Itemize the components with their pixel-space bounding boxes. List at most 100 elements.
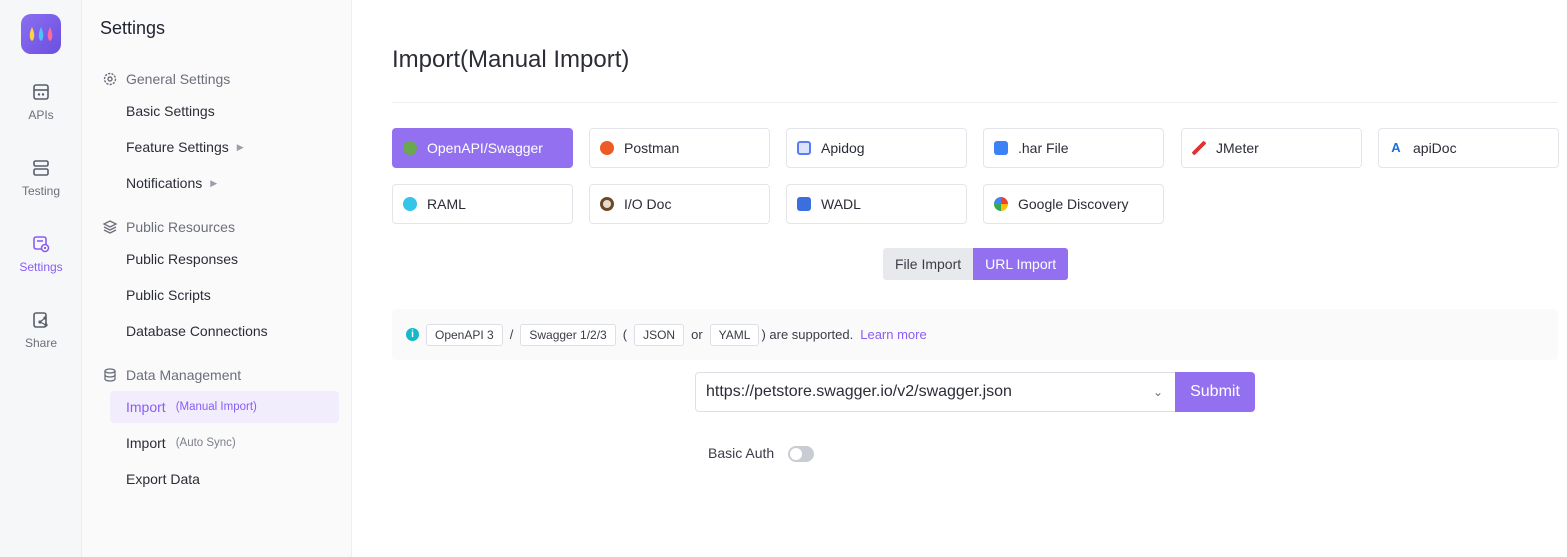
learn-more-link[interactable]: Learn more xyxy=(860,327,926,342)
group-general-settings: General Settings xyxy=(102,71,230,87)
tag-openapi: OpenAPI 3 xyxy=(426,323,503,346)
rail-label-settings: Settings xyxy=(19,260,63,274)
raml-icon xyxy=(403,197,417,211)
sidebar-item-database-connections[interactable]: Database Connections xyxy=(126,323,268,339)
sidebar-item-label: Export Data xyxy=(126,471,200,487)
icon-rail: APIs Testing Settings Share xyxy=(0,0,82,557)
group-label: Data Management xyxy=(126,367,242,383)
sidebar-item-notifications[interactable]: Notifications ▶ xyxy=(126,175,217,191)
rail-label-apis: APIs xyxy=(28,108,54,122)
sidebar-item-label: Public Scripts xyxy=(126,287,211,303)
or-text: or xyxy=(691,327,703,342)
format-label: RAML xyxy=(427,196,466,212)
format-label: Google Discovery xyxy=(1018,196,1129,212)
sidebar-item-export-data[interactable]: Export Data xyxy=(126,471,200,487)
basic-auth-label: Basic Auth xyxy=(708,445,775,461)
title-divider xyxy=(392,102,1558,103)
google-discovery-icon xyxy=(994,197,1008,211)
share-icon xyxy=(33,312,48,328)
page-title: Import(Manual Import) xyxy=(392,46,630,73)
format-label: I/O Doc xyxy=(624,196,672,212)
rail-item-settings[interactable]: Settings xyxy=(0,234,82,274)
app-logo[interactable] xyxy=(21,14,61,54)
rail-label-share: Share xyxy=(24,336,58,350)
format-jmeter[interactable]: JMeter xyxy=(1181,128,1362,168)
chevron-down-icon[interactable]: ⌄ xyxy=(1153,373,1163,411)
toggle-knob xyxy=(790,448,802,460)
import-method-switch: File Import URL Import xyxy=(883,248,1069,280)
sidebar-item-label: Feature Settings xyxy=(126,139,229,155)
format-har-file[interactable]: .har File xyxy=(983,128,1164,168)
sidebar-item-feature-settings[interactable]: Feature Settings ▶ xyxy=(126,139,244,155)
format-postman[interactable]: Postman xyxy=(589,128,770,168)
format-google-discovery[interactable]: Google Discovery xyxy=(983,184,1164,224)
sidebar-title: Settings xyxy=(100,18,166,38)
submit-button[interactable]: Submit xyxy=(1175,372,1255,412)
postman-icon xyxy=(600,141,614,155)
sidebar-item-public-responses[interactable]: Public Responses xyxy=(126,251,238,267)
url-input[interactable]: https://petstore.swagger.io/v2/swagger.j… xyxy=(695,372,1176,412)
sidebar-item-basic-settings[interactable]: Basic Settings xyxy=(126,103,215,119)
group-data-management: Data Management xyxy=(102,367,241,383)
sidebar-item-import-manual[interactable]: Import (Manual Import) xyxy=(126,399,257,415)
supported-text: ) are supported. xyxy=(761,327,854,342)
app-window: APIs Testing Settings Share Settings Gen… xyxy=(0,0,1567,557)
info-icon: i xyxy=(406,328,419,341)
format-openapi-swagger[interactable]: OpenAPI/Swagger xyxy=(392,128,573,168)
format-wadl[interactable]: WADL xyxy=(786,184,967,224)
format-label: JMeter xyxy=(1216,140,1259,156)
sidebar-item-public-scripts[interactable]: Public Scripts xyxy=(126,287,211,303)
testing-icon xyxy=(33,160,49,176)
supported-formats-info: i OpenAPI 3 / Swagger 1/2/3 ( JSON or YA… xyxy=(392,309,1558,360)
format-label: Postman xyxy=(624,140,680,156)
basic-auth-toggle[interactable] xyxy=(788,446,814,462)
slash-text: / xyxy=(509,327,514,342)
format-label: WADL xyxy=(821,196,861,212)
expand-arrow-icon: ▶ xyxy=(236,141,244,152)
rail-label-testing: Testing xyxy=(21,184,61,198)
format-label: apiDoc xyxy=(1413,140,1457,156)
sidebar-item-import-auto[interactable]: Import (Auto Sync) xyxy=(126,435,236,451)
gear-icon xyxy=(103,72,117,86)
tag-yaml: YAML xyxy=(709,323,760,346)
swagger-icon xyxy=(403,141,417,155)
expand-arrow-icon: ▶ xyxy=(210,177,218,188)
tab-file-import[interactable]: File Import xyxy=(883,248,974,280)
paren-text: ( xyxy=(622,327,628,342)
tab-url-import[interactable]: URL Import xyxy=(973,248,1069,280)
format-apidoc[interactable]: A apiDoc xyxy=(1378,128,1559,168)
layers-icon xyxy=(102,220,118,234)
sidebar-item-sublabel: (Manual Import) xyxy=(175,401,257,413)
sidebar-item-label: Import xyxy=(126,435,166,451)
tag-json: JSON xyxy=(634,323,685,346)
format-label: Apidog xyxy=(821,140,865,156)
format-apidog[interactable]: Apidog xyxy=(786,128,967,168)
api-icon xyxy=(33,84,49,100)
io-doc-icon xyxy=(600,197,614,211)
rail-item-share[interactable]: Share xyxy=(0,310,82,350)
rail-item-testing[interactable]: Testing xyxy=(0,158,82,198)
sidebar-item-label: Import xyxy=(126,399,166,415)
group-public-resources: Public Resources xyxy=(102,219,235,235)
sidebar-item-label: Database Connections xyxy=(126,323,268,339)
format-label: OpenAPI/Swagger xyxy=(427,140,543,156)
url-input-value: https://petstore.swagger.io/v2/swagger.j… xyxy=(706,383,1012,400)
sidebar-item-label: Public Responses xyxy=(126,251,239,267)
wadl-icon xyxy=(797,197,811,211)
format-raml[interactable]: RAML xyxy=(392,184,573,224)
har-file-icon xyxy=(994,141,1008,155)
group-label: Public Resources xyxy=(126,219,235,235)
rail-item-apis[interactable]: APIs xyxy=(0,82,82,122)
settings-sidebar: Settings General Settings Basic Settings… xyxy=(82,0,352,557)
format-io-doc[interactable]: I/O Doc xyxy=(589,184,770,224)
main-content: Import(Manual Import) OpenAPI/Swagger Po… xyxy=(352,0,1567,557)
settings-icon xyxy=(33,236,50,253)
jmeter-icon xyxy=(1192,141,1206,155)
sidebar-item-label: Notifications xyxy=(126,175,203,191)
sidebar-item-sublabel: (Auto Sync) xyxy=(175,437,236,449)
group-label: General Settings xyxy=(126,71,231,87)
apidog-icon xyxy=(797,141,811,155)
apidoc-icon: A xyxy=(1391,140,1401,155)
format-label: .har File xyxy=(1018,140,1069,156)
sidebar-item-label: Basic Settings xyxy=(126,103,215,119)
